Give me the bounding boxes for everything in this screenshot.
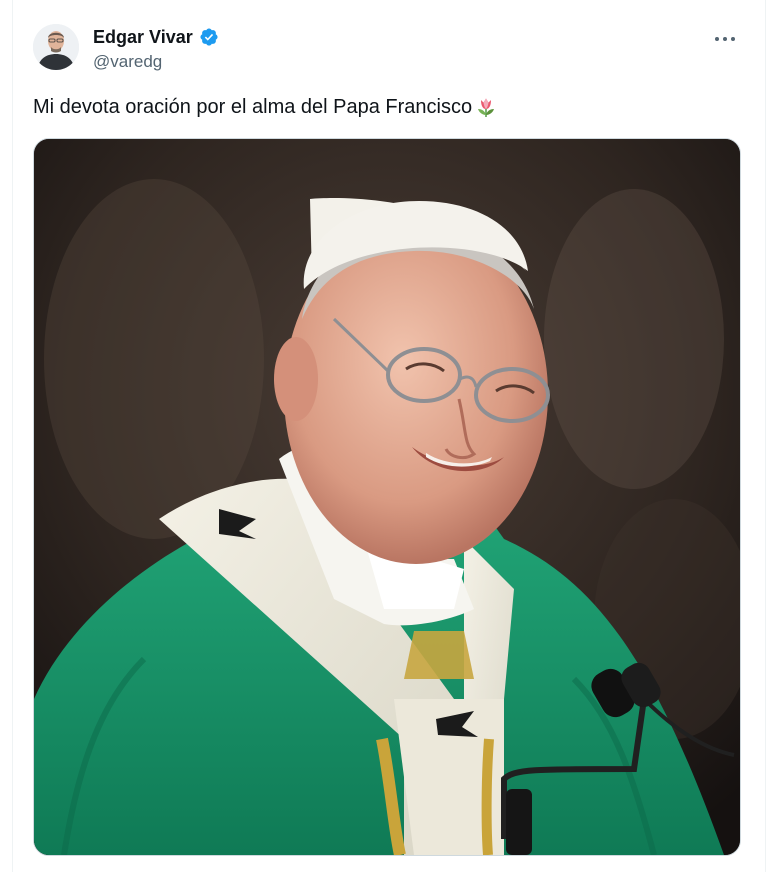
tulip-icon [478,98,495,117]
tweet-text: Mi devota oración por el alma del Papa F… [33,94,498,120]
author-avatar[interactable] [33,24,79,70]
author-handle[interactable]: @varedg [93,52,219,72]
author-display-name[interactable]: Edgar Vivar [93,27,193,48]
author-names: Edgar Vivar @varedg [93,26,219,72]
tweet-header: Edgar Vivar @varedg [33,20,745,78]
more-icon[interactable] [711,28,739,50]
verified-badge-icon [200,28,218,46]
tweet-text-body: Mi devota oración por el alma del Papa F… [33,96,473,118]
tweet-photo[interactable] [33,138,741,856]
tweet-card[interactable]: Edgar Vivar @varedg Mi devota oración po… [12,0,766,872]
